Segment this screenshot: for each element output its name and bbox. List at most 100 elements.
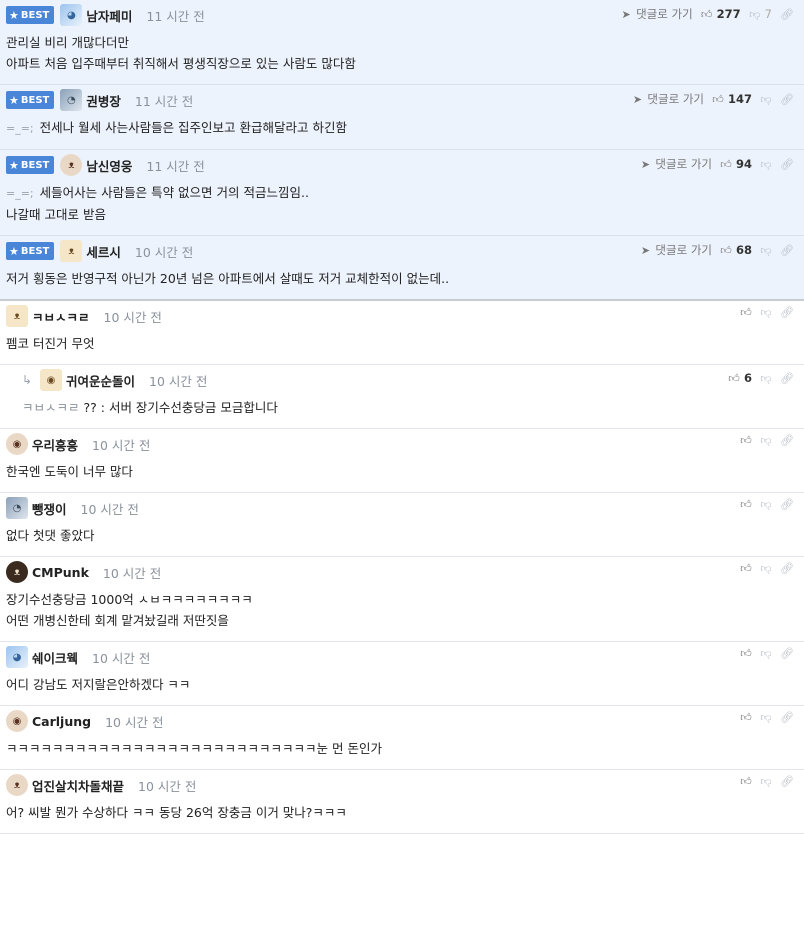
thumbs-up-icon: 👍︎ [740,647,752,660]
avatar[interactable]: ᴥ [60,154,83,176]
nickname[interactable]: 업진살치차돌채끝 [32,776,124,795]
emoticon: =_=; [6,187,34,200]
comment-body: 펨코 터진거 무엇 [6,327,798,364]
dislike-button[interactable]: 👎︎ [760,712,772,723]
comment-actions: ➤ 댓글로 가기 👍︎ 147 👎︎ 🔗︎ [631,91,794,107]
like-button[interactable]: 👍︎ 277 [701,7,741,21]
timestamp: 10 시간 전 [149,373,208,389]
comment-body: =_=; 세들어사는 사람들은 특약 없으면 거의 적금느낌임.. 나갈때 고대로 … [6,176,798,235]
dislike-button[interactable]: 👎︎ [760,776,772,787]
nickname[interactable]: 쉐이크웩 [32,648,78,667]
timestamp: 11 시간 전 [134,93,194,109]
like-count: 68 [735,243,752,257]
avatar[interactable]: ◔ [6,497,28,519]
like-button[interactable]: 👍︎ [740,563,752,574]
comment-header: ◉ 우리흥흥 10 시간 전 [6,429,798,455]
comment-header: ↳ ◉ 귀여운순돌이 10 시간 전 [22,365,798,391]
like-button[interactable]: 👍︎ [740,499,752,510]
link-icon[interactable]: 🔗︎ [780,648,794,659]
thumbs-up-icon: 👍︎ [740,498,752,511]
dislike-button[interactable]: 👎︎ [760,159,772,170]
thumbs-down-icon: 👎︎ [760,647,772,660]
dislike-button[interactable]: 👎︎ [760,94,772,105]
dislike-button[interactable]: 👎︎ [760,435,772,446]
reply-comment: ↳ ◉ 귀여운순돌이 10 시간 전 👍︎ 6 👎︎ 🔗︎ ㅋㅂㅅㅋㄹ?? : 서버 장기수선충… [0,365,804,429]
avatar[interactable]: ◕ [6,646,28,668]
avatar[interactable]: ◕ [60,4,83,26]
nickname[interactable]: CMPunk [32,565,89,580]
avatar[interactable]: ◔ [60,89,83,111]
like-button[interactable]: 👍︎ 94 [720,157,752,171]
dislike-button[interactable]: 👎︎ [760,648,772,659]
comment: ᴥ CMPunk 10 시간 전 👍︎ 👎︎ 🔗︎ 장기수선충당금 1000억 ㅅㅂㅋㅋㅋㅋ… [0,557,804,642]
link-icon[interactable]: 🔗︎ [780,712,794,723]
like-button[interactable]: 👍︎ [740,712,752,723]
star-icon: ★ [9,93,19,107]
goto-reply-link[interactable]: ➤ 댓글로 가기 [631,91,704,107]
dislike-button[interactable]: 👎︎ [760,499,772,510]
like-button[interactable]: 👍︎ [740,648,752,659]
like-button[interactable]: 👍︎ [740,435,752,446]
like-button[interactable]: 👍︎ 6 [728,371,752,385]
like-count: 147 [727,92,752,106]
nickname[interactable]: 우리흥흥 [32,435,78,454]
like-button[interactable]: 👍︎ [740,307,752,318]
comment-line: 나갈때 고대로 받음 [6,204,798,225]
star-icon: ★ [9,8,19,22]
like-button[interactable]: 👍︎ 68 [720,243,752,257]
goto-reply-link[interactable]: ➤ 댓글로 가기 [639,156,712,172]
nickname[interactable]: 세르시 [86,242,121,261]
timestamp: 10 시간 전 [80,501,139,517]
send-arrow-icon: ➤ [632,92,643,106]
avatar[interactable]: ᴥ [6,305,28,327]
nickname[interactable]: 남신영웅 [86,156,132,175]
goto-reply-link[interactable]: ➤ 댓글로 가기 [639,242,712,258]
link-icon[interactable]: 🔗︎ [780,245,794,256]
best-label: BEST [20,94,50,106]
comment-header: ◉ Carljung 10 시간 전 [6,706,798,732]
link-icon[interactable]: 🔗︎ [780,159,794,170]
comment-line: 저거 횡동은 반영구적 아닌가 20년 넘은 아파트에서 살때도 저거 교체한적… [6,268,798,289]
nickname[interactable]: 뺑쟁이 [32,499,67,518]
link-icon[interactable]: 🔗︎ [780,435,794,446]
dislike-button[interactable]: 👎︎ [760,373,772,384]
comment-body: 저거 횡동은 반영구적 아닌가 20년 넘은 아파트에서 살때도 저거 교체한적… [6,262,798,299]
link-icon[interactable]: 🔗︎ [780,499,794,510]
link-icon[interactable]: 🔗︎ [780,94,794,105]
comment-body: 없다 첫댓 좋았다 [6,519,798,556]
nickname[interactable]: Carljung [32,714,91,729]
link-icon[interactable]: 🔗︎ [780,563,794,574]
comment-actions: 👍︎ 👎︎ 🔗︎ [740,563,794,574]
avatar[interactable]: ◉ [6,433,28,455]
avatar[interactable]: ᴥ [6,774,28,796]
thumbs-down-icon: 👎︎ [760,498,772,511]
link-icon[interactable]: 🔗︎ [780,307,794,318]
nickname[interactable]: ㅋㅂㅅㅋㄹ [32,307,90,326]
avatar[interactable]: ᴥ [6,561,28,583]
mention[interactable]: ㅋㅂㅅㅋㄹ [22,400,80,415]
dislike-button[interactable]: 👎︎ 7 [749,7,772,21]
comment-header: ᴥ 업진살치차돌채끝 10 시간 전 [6,770,798,796]
dislike-button[interactable]: 👎︎ [760,307,772,318]
like-button[interactable]: 👍︎ [740,776,752,787]
dislike-button[interactable]: 👎︎ [760,245,772,256]
comment-text: 어떤 개병신한테 회계 맡겨놨길래 저딴짓을 [6,613,229,628]
comment-actions: ➤ 댓글로 가기 👍︎ 277 👎︎ 7 🔗︎ [620,6,794,22]
comment-body: 장기수선충당금 1000억 ㅅㅂㅋㅋㅋㅋㅋㅋㅋㅋ 어떤 개병신한테 회계 맡겨놨길… [6,583,798,641]
goto-reply-link[interactable]: ➤ 댓글로 가기 [620,6,692,22]
comment-line: =_=; 세들어사는 사람들은 특약 없으면 거의 적금느낌임.. [6,182,798,204]
like-button[interactable]: 👍︎ 147 [712,92,752,106]
nickname[interactable]: 귀여운순돌이 [66,371,135,390]
dislike-button[interactable]: 👎︎ [760,563,772,574]
avatar[interactable]: ᴥ [60,240,83,262]
comment-text: 장기수선충당금 1000억 ㅅㅂㅋㅋㅋㅋㅋㅋㅋㅋ [6,592,253,607]
avatar[interactable]: ◉ [40,369,62,391]
nickname[interactable]: 남자페미 [86,6,132,25]
link-icon[interactable]: 🔗︎ [780,9,794,20]
link-icon[interactable]: 🔗︎ [780,373,794,384]
nickname[interactable]: 권병장 [86,91,121,110]
avatar[interactable]: ◉ [6,710,28,732]
comment-body: ㅋㅋㅋㅋㅋㅋㅋㅋㅋㅋㅋㅋㅋㅋㅋㅋㅋㅋㅋㅋㅋㅋㅋㅋㅋㅋㅋ눈 먼 돈인가 [6,732,798,769]
goto-reply-label: 댓글로 가기 [655,157,712,171]
link-icon[interactable]: 🔗︎ [780,776,794,787]
